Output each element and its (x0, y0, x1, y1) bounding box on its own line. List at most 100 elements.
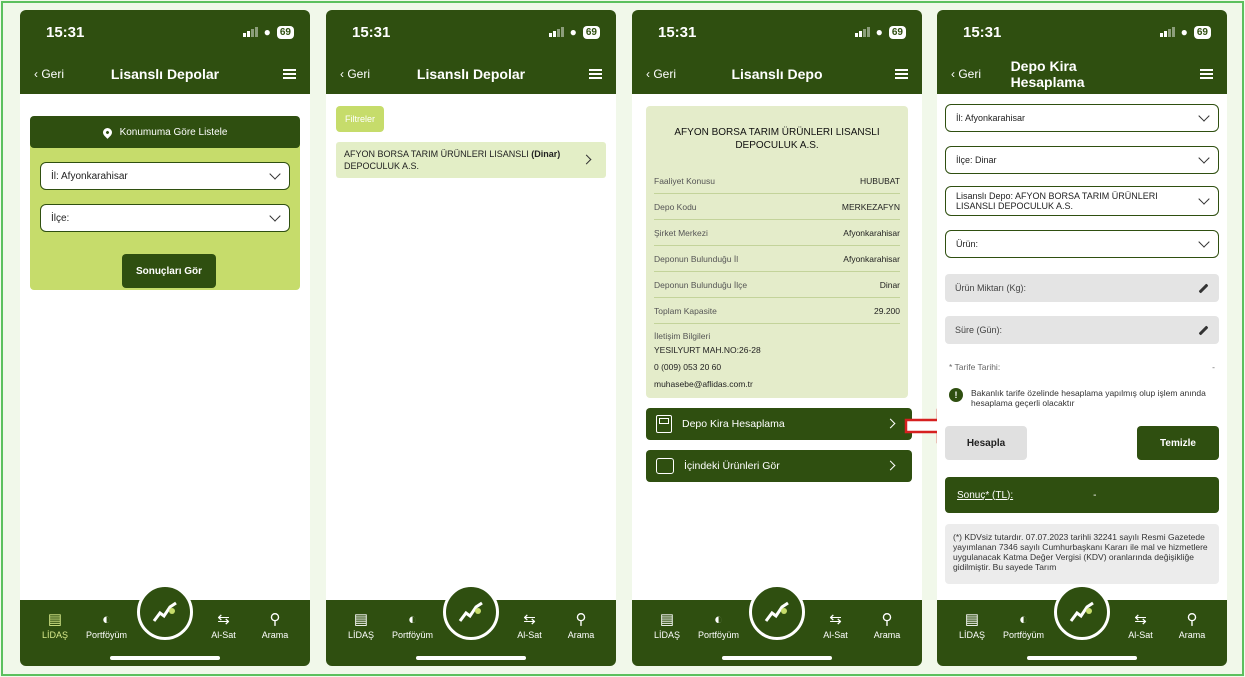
detail-row: Şirket Merkezi Afyonkarahisar (654, 220, 900, 246)
bar-chart-icon: ▤ (659, 611, 675, 628)
tab-arama[interactable]: ⚲ Arama (558, 610, 604, 666)
detail-label: Toplam Kapasite (654, 305, 717, 316)
list-by-location-button[interactable]: Konumuma Göre Listele (30, 116, 300, 148)
detail-value: Afyonkarahisar (843, 253, 900, 264)
view-products-button[interactable]: İçindeki Ürünleri Gör (646, 450, 912, 482)
duration-input[interactable]: Süre (Gün): (945, 316, 1219, 344)
tab-label: Portföyüm (391, 630, 433, 640)
status-time: 15:31 (658, 23, 697, 41)
nav-bar: ‹ Geri Depo Kira Hesaplama (937, 54, 1227, 94)
view-products-label: İçindeki Ürünleri Gör (684, 460, 780, 472)
chevron-right-icon (885, 418, 896, 429)
home-logo-button[interactable] (443, 584, 499, 640)
district-select-value: İlçe: (51, 212, 70, 224)
warehouse-select-value: Lisanslı Depo: AFYON BORSA TARIM ÜRÜNLER… (956, 191, 1158, 211)
tab-label: Al-Sat (823, 630, 848, 640)
swap-arrows-icon: ⇆ (1134, 611, 1147, 628)
nav-bar: ‹ Geri Lisanslı Depolar (326, 54, 616, 94)
contact-phone: 0 (009) 053 20 60 (654, 362, 722, 372)
province-select-value: İl: Afyonkarahisar (51, 170, 128, 182)
province-select[interactable]: İl: Afyonkarahisar (40, 162, 290, 190)
tab-lidas[interactable]: ▤ LİDAŞ (644, 610, 690, 666)
nav-bar: ‹ Geri Lisanslı Depolar (20, 54, 310, 94)
home-logo-button[interactable] (137, 584, 193, 640)
menu-button[interactable] (542, 69, 602, 79)
nav-bar: ‹ Geri Lisanslı Depo (632, 54, 922, 94)
detail-value: Afyonkarahisar (843, 227, 900, 238)
detail-value: HUBUBAT (860, 175, 900, 186)
district-select[interactable]: İlçe: Dinar (945, 146, 1219, 174)
system-icons: ● 69 (854, 25, 906, 39)
clear-button[interactable]: Temizle (1137, 426, 1219, 460)
tab-lidas[interactable]: ▤ LİDAŞ (949, 610, 995, 666)
province-select[interactable]: İl: Afyonkarahisar (945, 104, 1219, 132)
menu-button[interactable] (848, 69, 908, 79)
chevron-down-icon (1198, 236, 1210, 248)
info-text: Bakanlık tarife özelinde hesaplama yapıl… (971, 388, 1206, 408)
calculator-icon (656, 415, 672, 433)
warehouse-select[interactable]: Lisanslı Depo: AFYON BORSA TARIM ÜRÜNLER… (945, 186, 1219, 216)
menu-button[interactable] (236, 69, 296, 79)
result-label: Sonuç* (TL): (957, 489, 1014, 501)
phone-screen-1: 15:31 ● 69 ‹ Geri Lisanslı Depolar Konum… (20, 10, 310, 666)
tab-arama[interactable]: ⚲ Arama (252, 610, 298, 666)
quantity-placeholder: Ürün Miktarı (Kg): (955, 283, 1027, 293)
tab-label: Portföyüm (85, 630, 127, 640)
status-time: 15:31 (46, 23, 85, 41)
show-results-button[interactable]: Sonuçları Gör (122, 254, 216, 288)
wheat-logo-icon (152, 601, 177, 622)
tab-arama[interactable]: ⚲ Arama (1169, 610, 1215, 666)
home-indicator (416, 656, 526, 660)
hamburger-icon (1200, 69, 1214, 79)
rent-calculation-button[interactable]: Depo Kira Hesaplama (646, 408, 912, 440)
page-title: Lisanslı Depolar (416, 66, 526, 82)
quantity-input[interactable]: Ürün Miktarı (Kg): (945, 274, 1219, 302)
info-icon: ! (949, 388, 963, 402)
home-logo-button[interactable] (749, 584, 805, 640)
province-select-value: İl: Afyonkarahisar (956, 113, 1026, 123)
status-bar: 15:31 ● 69 (937, 10, 1227, 54)
swap-arrows-icon: ⇆ (523, 611, 536, 628)
home-indicator (1027, 656, 1137, 660)
contact-info: İletişim Bilgileri YESILYURT MAH.NO:26-2… (654, 324, 900, 393)
wheat-logo-icon (458, 601, 483, 622)
warehouse-list-item[interactable]: AFYON BORSA TARIM ÜRÜNLERI LISANSLI (Din… (336, 142, 606, 178)
tab-lidas[interactable]: ▤ LİDAŞ (32, 610, 78, 666)
pie-chart-icon: ◐ (713, 611, 724, 628)
back-button[interactable]: ‹ Geri (340, 67, 400, 81)
back-button[interactable]: ‹ Geri (951, 67, 1011, 81)
back-button[interactable]: ‹ Geri (646, 67, 706, 81)
tab-label: Al-Sat (211, 630, 236, 640)
detail-row: Toplam Kapasite 29.200 (654, 298, 900, 324)
home-logo-button[interactable] (1054, 584, 1110, 640)
filters-button[interactable]: Filtreler (336, 106, 384, 132)
detail-row: Depo Kodu MERKEZAFYN (654, 194, 900, 220)
tab-label: LİDAŞ (41, 630, 68, 640)
detail-row: Faaliyet Konusu HUBUBAT (654, 168, 900, 194)
system-icons: ● 69 (242, 25, 294, 39)
tariff-date-label: * Tarife Tarihi: (949, 362, 1001, 372)
tab-arama[interactable]: ⚲ Arama (864, 610, 910, 666)
hamburger-icon (895, 69, 908, 79)
calculate-button[interactable]: Hesapla (945, 426, 1027, 460)
chevron-down-icon (1198, 193, 1210, 205)
tab-lidas[interactable]: ▤ LİDAŞ (338, 610, 384, 666)
tab-label: LİDAŞ (347, 630, 374, 640)
tab-label: LİDAŞ (958, 630, 985, 640)
back-button[interactable]: ‹ Geri (34, 67, 94, 81)
pencil-icon (1198, 325, 1209, 335)
product-select[interactable]: Ürün: (945, 230, 1219, 258)
swap-arrows-icon: ⇆ (829, 611, 842, 628)
tab-bar: ▤ LİDAŞ ◐ Portföyüm ⇆ Al-Sat ⚲ Arama (326, 584, 616, 666)
district-select[interactable]: İlçe: (40, 204, 290, 232)
menu-button[interactable] (1153, 69, 1214, 79)
detail-row: Deponun Bulunduğu İl Afyonkarahisar (654, 246, 900, 272)
tab-label: Arama (873, 630, 901, 640)
contact-email: muhasebe@aflidas.com.tr (654, 379, 753, 389)
pie-chart-icon: ◐ (101, 611, 112, 628)
bar-chart-icon: ▤ (353, 611, 369, 628)
system-icons: ● 69 (1159, 25, 1211, 39)
pie-chart-icon: ◐ (1018, 611, 1029, 628)
warehouse-name-line2: DEPOCULUK A.S. (344, 161, 420, 171)
hamburger-icon (283, 69, 296, 79)
